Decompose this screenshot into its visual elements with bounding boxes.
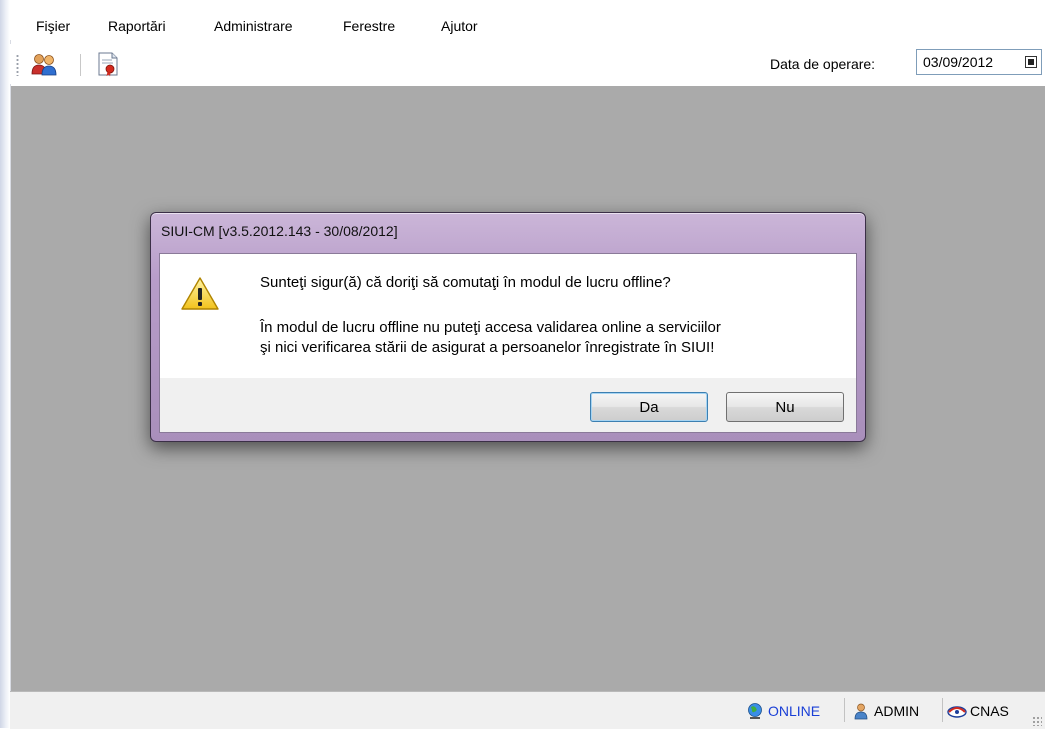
- toolbar: Data de operare: 03/09/2012: [10, 44, 1045, 84]
- warning-icon: [180, 276, 220, 312]
- menu-rapoarte[interactable]: Raportări: [106, 18, 168, 34]
- user-icon: [852, 702, 870, 720]
- status-bar: ONLINE ADMIN CNAS: [10, 691, 1045, 729]
- dialog-message-area: Sunteţi sigur(ă) că doriţi să comutaţi î…: [160, 254, 856, 378]
- no-button[interactable]: Nu: [726, 392, 844, 422]
- toolbar-grip[interactable]: [16, 54, 19, 76]
- dialog-info-line-1: În modul de lucru offline nu puteţi acce…: [260, 319, 721, 336]
- menu-bar: Fişier Raportări Administrare Ferestre A…: [10, 0, 1045, 40]
- menu-administrare[interactable]: Administrare: [212, 18, 295, 34]
- yes-button[interactable]: Da: [590, 392, 708, 422]
- users-icon[interactable]: [30, 50, 58, 78]
- confirm-dialog: SIUI-CM [v3.5.2012.143 - 30/08/2012] Sun…: [150, 212, 866, 442]
- operation-date-label: Data de operare:: [770, 56, 876, 72]
- dialog-body: Sunteţi sigur(ă) că doriţi să comutaţi î…: [159, 253, 857, 433]
- globe-icon: [746, 702, 764, 720]
- status-user[interactable]: ADMIN: [852, 700, 919, 722]
- operation-date-value: 03/09/2012: [923, 54, 994, 70]
- connection-status-text: ONLINE: [768, 703, 821, 719]
- status-separator: [844, 698, 845, 722]
- window-left-edge: [0, 0, 11, 728]
- status-organization[interactable]: CNAS: [946, 700, 1009, 722]
- operation-date-field[interactable]: 03/09/2012: [916, 49, 1042, 75]
- dialog-info: În modul de lucru offline nu puteţi acce…: [260, 318, 840, 358]
- menu-fisier[interactable]: Fişier: [34, 18, 72, 34]
- status-separator: [942, 698, 943, 722]
- dialog-info-line-2: şi nici verificarea stării de asigurat a…: [260, 339, 715, 356]
- dialog-title: SIUI-CM [v3.5.2012.143 - 30/08/2012]: [161, 223, 398, 239]
- organization-logo-icon: [946, 702, 968, 720]
- dialog-question: Sunteţi sigur(ă) că doriţi să comutaţi î…: [260, 274, 671, 291]
- certificate-document-icon[interactable]: [94, 50, 122, 78]
- organization-name: CNAS: [970, 703, 1009, 719]
- user-name: ADMIN: [874, 703, 920, 719]
- menu-ferestre[interactable]: Ferestre: [341, 18, 397, 34]
- calendar-dropdown-icon[interactable]: [1025, 56, 1037, 68]
- status-connection[interactable]: ONLINE: [746, 700, 820, 722]
- menu-ajutor[interactable]: Ajutor: [439, 18, 480, 34]
- resize-grip-icon[interactable]: [1032, 716, 1042, 726]
- toolbar-separator: [80, 54, 81, 76]
